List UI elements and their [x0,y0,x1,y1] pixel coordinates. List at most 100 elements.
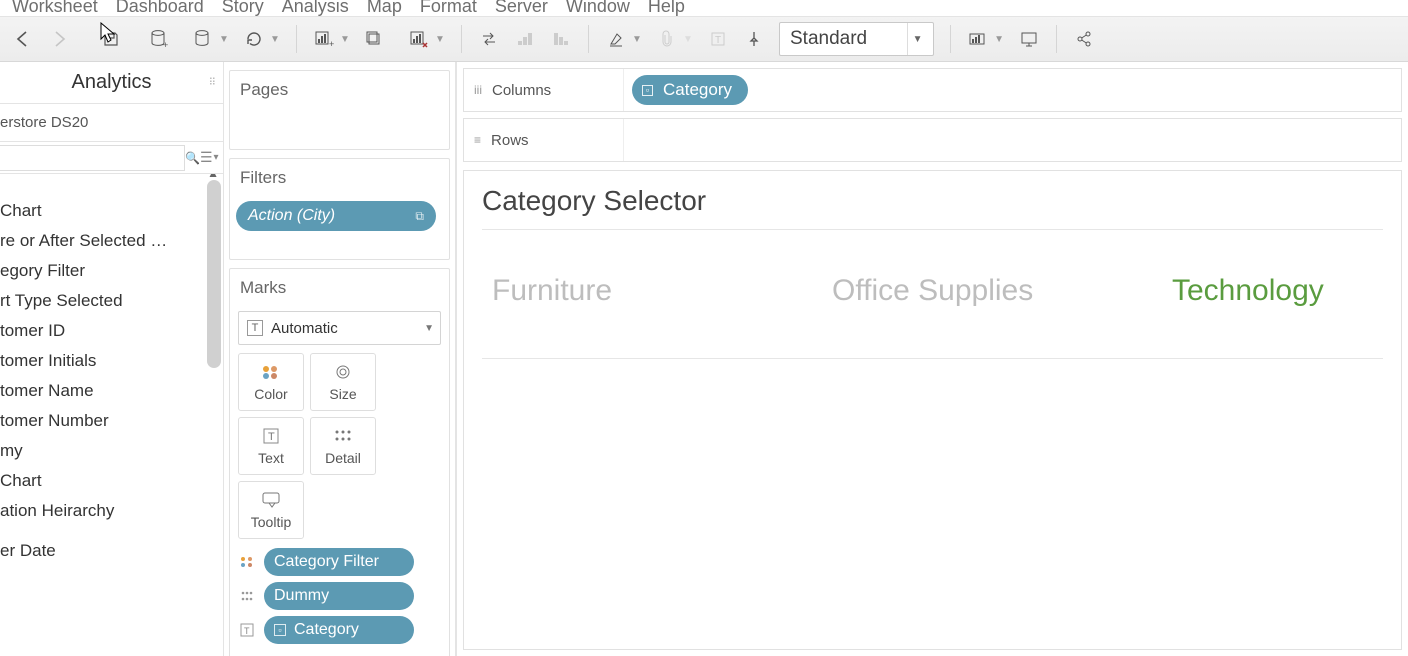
columns-pill-label: Category [663,80,732,100]
mark-pill-category[interactable]: ▫ Category [264,616,414,644]
marks-cell-label: Text [258,450,284,466]
menu-story[interactable]: Story [222,0,264,17]
expand-icon: ▫ [274,624,286,636]
menu-help[interactable]: Help [648,0,685,17]
analytics-tab[interactable]: Analytics ⠿ [0,62,223,104]
save-button[interactable] [94,23,128,55]
size-icon [333,362,353,382]
marks-color-button[interactable]: Color [238,353,304,411]
chevron-down-icon: ▼ [424,323,434,334]
detail-icon [334,426,352,446]
data-field[interactable] [0,526,223,536]
filters-card-title: Filters [230,159,449,197]
marks-tooltip-button[interactable]: Tooltip [238,481,304,539]
toolbar-separator [296,25,297,53]
mark-type-dropdown[interactable]: T Automatic ▼ [238,311,441,345]
data-field[interactable]: rt Type Selected [0,286,223,316]
pin-button[interactable] [737,23,771,55]
mark-pill-dummy[interactable]: Dummy [264,582,414,610]
menu-map[interactable]: Map [367,0,402,17]
data-field[interactable]: ation Heirarchy [0,496,223,526]
mark-type-label: Automatic [271,320,338,337]
chevron-down-icon[interactable]: ▾ [214,152,223,163]
attachment-button[interactable] [650,23,684,55]
data-field[interactable]: egory Filter [0,256,223,286]
viz-header-row: Furniture Office Supplies Technology [482,230,1383,359]
text-mark-icon: T [247,320,263,336]
menu-format[interactable]: Format [420,0,477,17]
dropdown-icon[interactable]: ▼ [994,34,1006,45]
analytics-tab-label: Analytics [71,71,151,94]
marks-detail-button[interactable]: Detail [310,417,376,475]
data-field[interactable]: tomer ID [0,316,223,346]
new-sheet-button[interactable]: + [307,23,341,55]
dropdown-icon[interactable]: ▼ [632,34,644,45]
sort-desc-button[interactable] [544,23,578,55]
sort-asc-button[interactable] [508,23,542,55]
new-datasource-button[interactable]: + [142,23,176,55]
fit-dropdown[interactable]: Standard ▼ [779,22,934,56]
dropdown-icon[interactable]: ▼ [340,34,352,45]
viz-title[interactable]: Category Selector [482,185,1383,230]
data-field[interactable]: tomer Initials [0,346,223,376]
presentation-mode-button[interactable] [1012,23,1046,55]
marks-size-button[interactable]: Size [310,353,376,411]
view-list-icon[interactable]: ☰ [200,149,214,166]
menu-dashboard[interactable]: Dashboard [116,0,204,17]
show-labels-button[interactable]: T [701,23,735,55]
pages-card-title: Pages [230,71,449,109]
mark-pill-category-filter[interactable]: Category Filter [264,548,414,576]
toolbar-separator [461,25,462,53]
dropdown-icon[interactable]: ▼ [683,34,695,45]
search-input[interactable] [0,145,185,171]
swap-axes-button[interactable] [472,23,506,55]
data-field[interactable]: re or After Selected … [0,226,223,256]
show-me-button[interactable] [961,23,995,55]
search-icon[interactable]: 🔍 [185,151,200,165]
toolbar-separator [588,25,589,53]
data-field[interactable]: Chart [0,466,223,496]
rows-shelf[interactable]: ≡ Rows [463,118,1402,162]
color-icon [261,362,281,382]
data-field[interactable]: my [0,436,223,466]
mark-pill-label: Category [294,621,359,639]
data-field[interactable]: Chart [0,196,223,226]
duplicate-sheet-button[interactable] [358,23,392,55]
highlight-button[interactable] [599,23,633,55]
data-field[interactable]: er Date [0,536,223,566]
category-header-technology[interactable]: Technology [1172,274,1324,308]
dropdown-icon[interactable]: ▼ [435,34,447,45]
rows-shelf-label: Rows [491,132,529,149]
text-icon: T [262,426,280,446]
scrollbar-thumb[interactable] [207,180,221,368]
menu-window[interactable]: Window [566,0,630,17]
category-header-furniture[interactable]: Furniture [492,274,832,308]
marks-cell-label: Color [254,386,287,402]
data-field[interactable]: tomer Number [0,406,223,436]
detail-icon [238,590,256,602]
columns-pill-category[interactable]: ▫ Category [632,75,748,105]
columns-shelf-label: Columns [492,82,551,99]
clear-sheet-button[interactable] [402,23,436,55]
toolbar-separator [1056,25,1057,53]
marks-cell-label: Detail [325,450,361,466]
marks-text-button[interactable]: T Text [238,417,304,475]
menu-analysis[interactable]: Analysis [282,0,349,17]
forward-button[interactable] [42,23,76,55]
datasource-name[interactable]: erstore DS20 [0,104,223,142]
category-header-office-supplies[interactable]: Office Supplies [832,274,1172,308]
toolbar-separator [950,25,951,53]
columns-shelf[interactable]: iii Columns ▫ Category [463,68,1402,112]
dropdown-icon[interactable]: ▼ [219,34,231,45]
data-field[interactable]: tomer Name [0,376,223,406]
back-button[interactable] [6,23,40,55]
share-button[interactable] [1067,23,1101,55]
datasource-menu-button[interactable] [186,23,220,55]
menu-worksheet[interactable]: Worksheet [12,0,98,17]
refresh-button[interactable] [237,23,271,55]
filter-pill-action-city[interactable]: Action (City) ⧉ [236,201,436,231]
marks-card-title: Marks [230,269,449,307]
rows-icon: ≡ [474,133,481,147]
menu-server[interactable]: Server [495,0,548,17]
dropdown-icon[interactable]: ▼ [270,34,282,45]
